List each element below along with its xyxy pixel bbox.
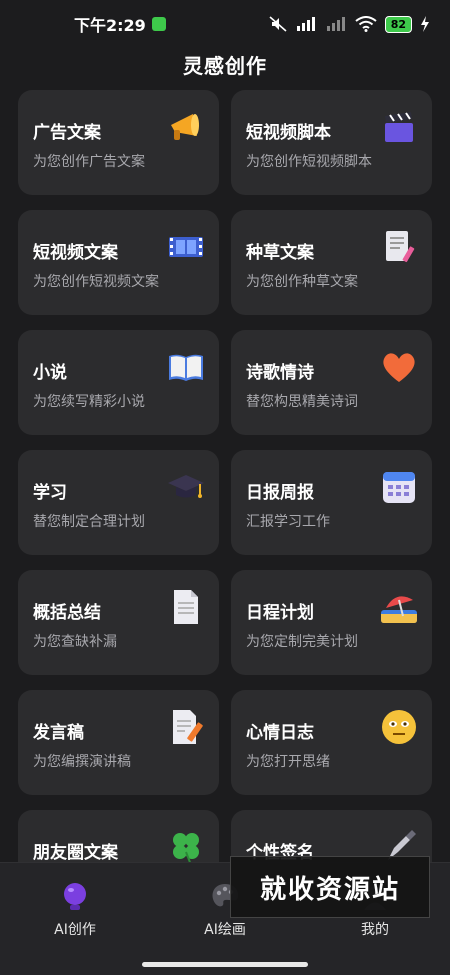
watermark: 就收资源站 — [230, 856, 430, 918]
page-icon — [167, 588, 205, 626]
card-ad-copy[interactable]: 广告文案 为您创作广告文案 — [18, 90, 219, 195]
mute-icon — [269, 16, 287, 32]
page-title: 灵感创作 — [183, 54, 267, 78]
card-desc: 替您构思精美诗词 — [246, 394, 358, 410]
card-desc: 汇报学习工作 — [246, 514, 330, 530]
card-summary[interactable]: 概括总结 为您查缺补漏 — [18, 570, 219, 675]
card-desc: 为您打开思绪 — [246, 754, 330, 770]
nav-label: 我的 — [361, 922, 389, 938]
card-desc: 为您编撰演讲稿 — [33, 754, 131, 770]
heart-icon — [380, 348, 418, 386]
card-speech[interactable]: 发言稿 为您编撰演讲稿 — [18, 690, 219, 795]
card-desc: 为您定制完美计划 — [246, 634, 358, 650]
status-time: 下午2:29 — [74, 16, 146, 35]
document-pen-icon — [380, 228, 418, 266]
nav-label: AI绘画 — [204, 922, 246, 938]
card-desc: 为您查缺补漏 — [33, 634, 117, 650]
card-poetry[interactable]: 诗歌情诗 替您构思精美诗词 — [231, 330, 432, 435]
memo-icon — [167, 708, 205, 746]
megaphone-icon — [167, 108, 205, 146]
card-desc: 为您创作广告文案 — [33, 154, 145, 170]
creation-grid: 广告文案 为您创作广告文案 短视频脚本 为您创作短视频脚本 短视频文案 为您创作… — [18, 90, 432, 915]
card-study[interactable]: 学习 替您制定合理计划 — [18, 450, 219, 555]
signal-icon — [326, 17, 345, 31]
card-desc: 为您创作短视频文案 — [33, 274, 159, 290]
open-book-icon — [167, 348, 205, 386]
clapperboard-icon — [380, 108, 418, 146]
card-video-script[interactable]: 短视频脚本 为您创作短视频脚本 — [231, 90, 432, 195]
beach-umbrella-icon — [380, 588, 418, 626]
graduation-cap-icon — [167, 468, 205, 506]
card-desc: 替您制定合理计划 — [33, 514, 145, 530]
card-desc: 为您续写精彩小说 — [33, 394, 145, 410]
bulb-icon — [64, 883, 86, 910]
battery-icon: 82 — [384, 15, 412, 33]
calendar-icon — [380, 468, 418, 506]
face-icon — [380, 708, 418, 746]
charging-icon — [421, 16, 429, 32]
status-icons: 82 — [269, 15, 430, 33]
card-schedule[interactable]: 日程计划 为您定制完美计划 — [231, 570, 432, 675]
card-mood-journal[interactable]: 心情日志 为您打开思绪 — [231, 690, 432, 795]
clover-icon — [167, 828, 205, 866]
nav-item-ai-create[interactable]: AI创作 — [0, 881, 150, 939]
card-novel[interactable]: 小说 为您续写精彩小说 — [18, 330, 219, 435]
card-report[interactable]: 日报周报 汇报学习工作 — [231, 450, 432, 555]
card-video-copy[interactable]: 短视频文案 为您创作短视频文案 — [18, 210, 219, 315]
card-desc: 为您创作种草文案 — [246, 274, 358, 290]
card-recommendation-copy[interactable]: 种草文案 为您创作种草文案 — [231, 210, 432, 315]
card-desc: 为您创作短视频脚本 — [246, 154, 372, 170]
home-indicator[interactable] — [142, 962, 308, 967]
hd-signal-icon — [296, 17, 315, 31]
app-notification-icon — [151, 17, 166, 31]
film-strip-icon — [167, 228, 205, 266]
status-bar: 下午2:29 82 — [0, 0, 450, 48]
wifi-icon — [355, 16, 377, 32]
nav-label: AI创作 — [54, 922, 96, 938]
